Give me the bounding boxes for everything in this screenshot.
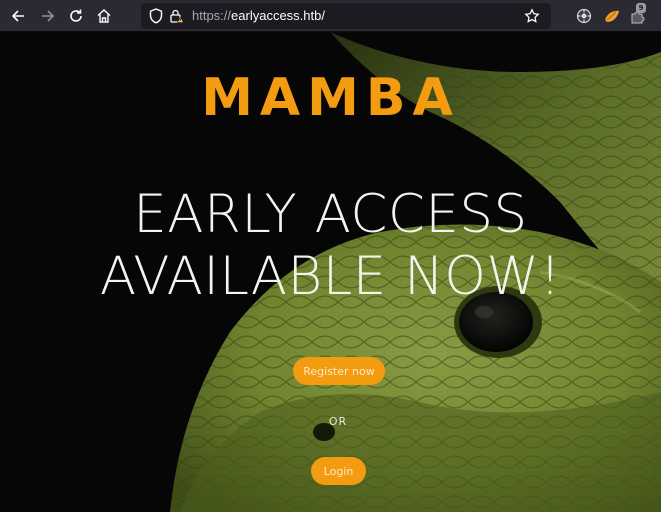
hero-headline: EARLY ACCESS AVAILABLE NOW!: [0, 184, 661, 308]
lock-warning-icon[interactable]: [169, 8, 185, 24]
login-button[interactable]: Login: [311, 457, 366, 485]
reload-button[interactable]: [64, 4, 88, 28]
extension-badge: 9: [636, 3, 646, 13]
headline-line-1: EARLY ACCESS: [133, 184, 528, 245]
forward-button[interactable]: [36, 4, 60, 28]
url-bar[interactable]: https://earlyaccess.htb/: [141, 3, 551, 29]
bookmark-star-icon[interactable]: [524, 8, 540, 24]
register-button[interactable]: Register now: [293, 357, 385, 385]
home-icon: [97, 9, 111, 23]
shield-icon[interactable]: [149, 8, 163, 24]
url-scheme: https://: [192, 8, 232, 23]
headline-line-2: AVAILABLE NOW!: [99, 246, 562, 307]
back-arrow-icon: [11, 10, 24, 22]
url-text[interactable]: https://earlyaccess.htb/: [192, 8, 325, 23]
home-button[interactable]: [92, 4, 116, 28]
browser-toolbar: https://earlyaccess.htb/ 9: [0, 0, 661, 32]
forward-arrow-icon: [42, 10, 55, 22]
brand-logo: MAMBA: [201, 68, 460, 128]
extension-button-1[interactable]: [572, 4, 596, 28]
or-separator: OR: [328, 415, 348, 428]
reload-icon: [70, 9, 82, 22]
back-button[interactable]: [6, 4, 30, 28]
url-host: earlyaccess.htb/: [231, 8, 325, 23]
extension-button-2[interactable]: [600, 4, 624, 28]
extension-icon: [576, 8, 592, 24]
hero-section: MAMBA EARLY ACCESS AVAILABLE NOW! Regist…: [0, 32, 661, 512]
fox-extension-icon: [605, 10, 619, 22]
